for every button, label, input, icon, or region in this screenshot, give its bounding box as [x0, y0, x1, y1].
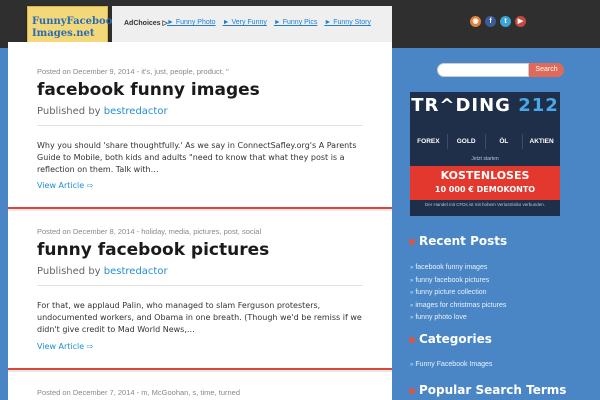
- post-author-link[interactable]: bestredactor: [104, 106, 168, 117]
- ad-brand-number: 212: [518, 95, 559, 116]
- post-separator: [8, 207, 392, 211]
- ad-category: AKTIEN: [529, 138, 554, 145]
- categories-heading: Categories: [409, 332, 492, 346]
- ad-cta-line2: 10 000 € DEMOKONTO: [434, 185, 536, 194]
- published-by-label: Published by: [37, 266, 101, 277]
- bullet-icon: [409, 238, 415, 245]
- recent-post-link[interactable]: funny facebook pictures: [410, 275, 506, 288]
- view-article-link[interactable]: View Article ⇨: [37, 181, 93, 190]
- trading-advertisement[interactable]: TR^DING 212 FOREX GOLD ÖL AKTIEN Jetzt s…: [410, 92, 560, 216]
- post-author-link[interactable]: bestredactor: [104, 266, 168, 277]
- post-excerpt: For that, we applaud Palin, who managed …: [37, 301, 362, 334]
- post-title[interactable]: facebook funny images: [37, 80, 260, 100]
- category-link[interactable]: Funny Facebook Images: [410, 359, 492, 372]
- ad-link-funny-pics[interactable]: ► Funny Pics: [274, 19, 318, 26]
- search-button[interactable]: Search: [529, 63, 564, 77]
- ad-link-very-funny[interactable]: ► Very Funny: [223, 19, 267, 26]
- rss-icon[interactable]: ◉: [470, 16, 481, 27]
- search-input[interactable]: [437, 63, 529, 77]
- ad-small-text: Jetzt starten: [471, 156, 499, 162]
- recent-posts-title: Recent Posts: [419, 234, 508, 248]
- categories-title: Categories: [419, 332, 492, 346]
- ad-cta[interactable]: KOSTENLOSES 10 000 € DEMOKONTO: [410, 166, 560, 200]
- ad-brand: TR^DING 212: [410, 95, 560, 116]
- ad-links: ► Funny Photo ► Very Funny ► Funny Pics …: [167, 19, 371, 26]
- popular-search-title: Popular Search Terms: [419, 383, 567, 397]
- post-meta: Posted on December 7, 2014 - m, McGoohan…: [37, 388, 241, 397]
- adchoices-label[interactable]: AdChoices ▷: [124, 19, 168, 27]
- recent-post-link[interactable]: funny photo love: [410, 312, 506, 325]
- twitter-icon[interactable]: t: [500, 16, 511, 27]
- post-separator: [8, 368, 392, 372]
- ad-link-funny-story[interactable]: ► Funny Story: [324, 19, 371, 26]
- recent-post-link[interactable]: facebook funny images: [410, 262, 506, 275]
- ad-cta-line1: KOSTENLOSES: [440, 169, 530, 182]
- post-excerpt: Why you should 'share thoughtfully.' As …: [37, 141, 357, 174]
- post-meta: Posted on December 8, 2014 - holiday, me…: [37, 227, 262, 236]
- recent-posts-list: facebook funny images funny facebook pic…: [410, 262, 506, 325]
- youtube-icon[interactable]: ▶: [515, 16, 526, 27]
- site-logo-title: FunnyFacebook Images.net: [32, 16, 120, 39]
- ad-category: ÖL: [486, 134, 524, 149]
- published-by-label: Published by: [37, 106, 101, 117]
- facebook-icon[interactable]: f: [485, 16, 496, 27]
- ad-category: GOLD: [448, 134, 486, 149]
- post-divider: [37, 125, 363, 126]
- ad-categories: FOREX GOLD ÖL AKTIEN: [410, 134, 560, 149]
- recent-post-link[interactable]: images for christmas pictures: [410, 300, 506, 313]
- popular-search-heading: Popular Search Terms: [409, 383, 566, 397]
- post-byline: Published by bestredactor: [37, 106, 168, 117]
- post-meta: Posted on December 9, 2014 - it's, just,…: [37, 67, 229, 76]
- main-content: Posted on December 9, 2014 - it's, just,…: [8, 42, 392, 400]
- categories-list: Funny Facebook Images: [410, 359, 492, 372]
- recent-posts-heading: Recent Posts: [409, 234, 507, 248]
- post-title[interactable]: funny facebook pictures: [37, 240, 269, 260]
- bullet-icon: [409, 387, 415, 394]
- ad-category: FOREX: [410, 134, 448, 149]
- social-icons: ◉ f t ▶: [470, 16, 526, 27]
- post-divider: [37, 285, 363, 286]
- ad-footer: Der Handel mit CFDs ist mit hohem Verlus…: [424, 202, 546, 207]
- recent-post-link[interactable]: funny picture collection: [410, 287, 506, 300]
- ad-link-funny-photo[interactable]: ► Funny Photo: [167, 19, 216, 26]
- bullet-icon: [409, 336, 415, 343]
- ad-brand-prefix: TR^DING: [411, 95, 511, 116]
- post-byline: Published by bestredactor: [37, 266, 168, 277]
- view-article-link[interactable]: View Article ⇨: [37, 342, 93, 351]
- ad-link-bar: AdChoices ▷ ► Funny Photo ► Very Funny ►…: [112, 6, 392, 42]
